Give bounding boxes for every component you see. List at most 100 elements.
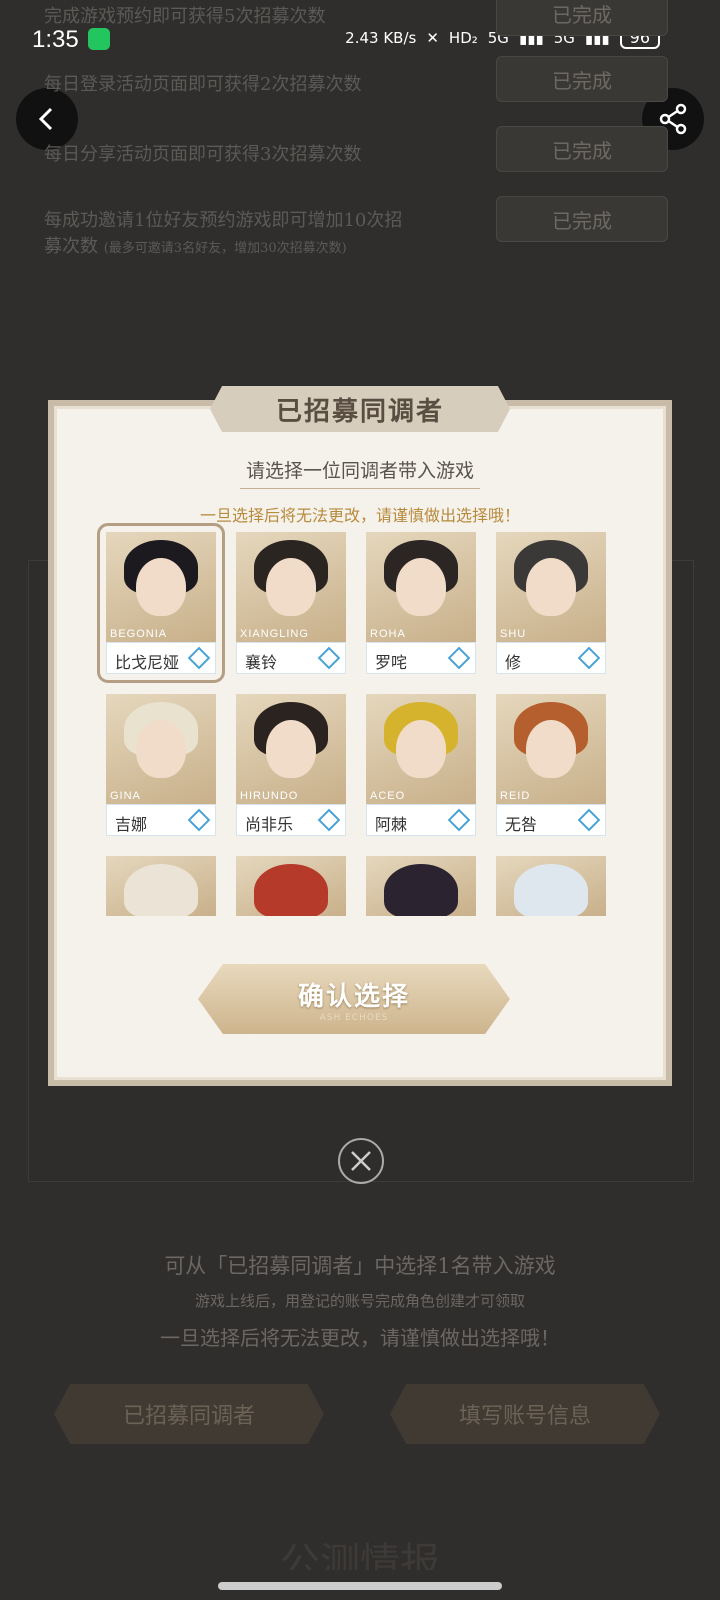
character-code: XIANGLING	[240, 628, 309, 640]
chevron-left-icon	[38, 107, 53, 131]
character-name: 无咎	[505, 815, 538, 834]
character-card[interactable]	[496, 856, 606, 916]
character-portrait: HIRUNDO	[236, 694, 346, 804]
character-portrait	[106, 856, 216, 916]
character-card[interactable]: XIANGLING 襄铃	[236, 532, 346, 674]
hd-badge: HD₂	[448, 28, 478, 47]
confirm-button[interactable]: 确认选择 ASH ECHOES	[198, 964, 510, 1034]
character-portrait: ACEO	[366, 694, 476, 804]
element-icon	[577, 646, 601, 670]
element-icon	[577, 808, 601, 832]
task-item: 完成游戏预约即可获得5次招募次数	[44, 6, 326, 27]
character-portrait: SHU	[496, 532, 606, 642]
task-done-button: 已完成	[496, 0, 668, 36]
mute-icon: ✕	[426, 28, 439, 47]
info-text: 游戏上线后，用登记的账号完成角色创建才可领取	[194, 1292, 525, 1310]
task-done-button: 已完成	[496, 56, 668, 102]
task-item: 每日登录活动页面即可获得2次招募次数	[44, 74, 362, 95]
character-portrait	[496, 856, 606, 916]
character-name: 罗咤	[375, 653, 408, 672]
modal-warning: 一旦选择后将无法更改，请谨慎做出选择哦！	[199, 506, 520, 525]
close-button[interactable]	[338, 1138, 384, 1184]
character-card[interactable]: GINA 吉娜	[106, 694, 216, 836]
character-name: 襄铃	[245, 653, 278, 672]
character-name: 尚非乐	[245, 815, 294, 834]
character-nameplate: 吉娜	[106, 804, 216, 836]
character-code: ROHA	[370, 628, 406, 640]
confirm-watermark: ASH ECHOES	[319, 1012, 389, 1023]
portrait-face	[136, 720, 186, 778]
character-card[interactable]: HIRUNDO 尚非乐	[236, 694, 346, 836]
portrait-hair	[254, 864, 328, 916]
character-code: SHU	[500, 628, 527, 640]
character-name: 比戈尼娅	[115, 653, 180, 672]
element-icon	[187, 808, 211, 832]
character-card[interactable]: BEGONIA 比戈尼娅	[97, 523, 225, 683]
task-item: 每日分享活动页面即可获得3次招募次数	[44, 144, 362, 165]
divider	[240, 488, 480, 489]
character-portrait: REID	[496, 694, 606, 804]
character-card[interactable]: SHU 修	[496, 532, 606, 674]
recruited-button: 已招募同调者	[54, 1384, 324, 1444]
task-item: 每成功邀请1位好友预约游戏即可增加10次招募次数 (最多可邀请3名好友，增加30…	[44, 206, 404, 258]
task-note: (最多可邀请3名好友，增加30次招募次数)	[103, 241, 347, 256]
character-nameplate: 罗咤	[366, 642, 476, 674]
character-nameplate: 修	[496, 642, 606, 674]
character-code: REID	[500, 790, 531, 802]
character-card[interactable]	[366, 856, 476, 916]
account-info-button: 填写账号信息	[390, 1384, 660, 1444]
modal-title-banner: 已招募同调者	[210, 386, 510, 432]
character-nameplate: 襄铃	[236, 642, 346, 674]
net-speed: 2.43 KB/s	[345, 28, 417, 47]
character-card[interactable]: REID 无咎	[496, 694, 606, 836]
character-portrait	[366, 856, 476, 916]
portrait-hair	[384, 864, 458, 916]
task-done-button: 已完成	[496, 126, 668, 172]
info-text: 一旦选择后将无法更改，请谨慎做出选择哦！	[160, 1326, 560, 1350]
portrait-hair	[514, 864, 588, 916]
character-card[interactable]	[236, 856, 346, 916]
character-card[interactable]	[106, 856, 216, 916]
portrait-face	[266, 558, 316, 616]
character-name: 吉娜	[115, 815, 148, 834]
character-name: 阿棘	[375, 815, 408, 834]
portrait-face	[136, 558, 186, 616]
character-portrait	[236, 856, 346, 916]
portrait-face	[266, 720, 316, 778]
close-icon	[351, 1151, 371, 1171]
modal-prompt: 请选择一位同调者带入游戏	[245, 460, 474, 482]
character-name: 修	[505, 653, 522, 672]
modal-title: 已招募同调者	[275, 396, 444, 427]
portrait-hair	[124, 864, 198, 916]
character-code: HIRUNDO	[240, 790, 299, 802]
character-portrait: GINA	[106, 694, 216, 804]
portrait-face	[526, 558, 576, 616]
character-portrait: BEGONIA	[106, 532, 216, 642]
section-title: 公测情报	[280, 1540, 440, 1570]
character-nameplate: 尚非乐	[236, 804, 346, 836]
confirm-label: 确认选择	[297, 981, 410, 1012]
home-indicator[interactable]	[218, 1582, 502, 1590]
character-nameplate: 阿棘	[366, 804, 476, 836]
character-code: GINA	[110, 790, 141, 802]
character-code: ACEO	[370, 790, 406, 802]
character-nameplate: 比戈尼娅	[106, 642, 216, 674]
character-card[interactable]: ROHA 罗咤	[366, 532, 476, 674]
character-portrait: XIANGLING	[236, 532, 346, 642]
info-text: 可从「已招募同调者」中选择1名带入游戏	[164, 1254, 556, 1278]
character-portrait: ROHA	[366, 532, 476, 642]
task-done-button: 已完成	[496, 196, 668, 242]
element-icon	[187, 646, 211, 670]
element-icon	[447, 646, 471, 670]
portrait-face	[396, 720, 446, 778]
character-card[interactable]: ACEO 阿棘	[366, 694, 476, 836]
clock: 1:35	[32, 26, 79, 53]
element-icon	[317, 808, 341, 832]
element-icon	[317, 646, 341, 670]
character-nameplate: 无咎	[496, 804, 606, 836]
portrait-face	[526, 720, 576, 778]
portrait-face	[396, 558, 446, 616]
wechat-icon	[88, 28, 110, 50]
character-code: BEGONIA	[110, 628, 168, 640]
element-icon	[447, 808, 471, 832]
